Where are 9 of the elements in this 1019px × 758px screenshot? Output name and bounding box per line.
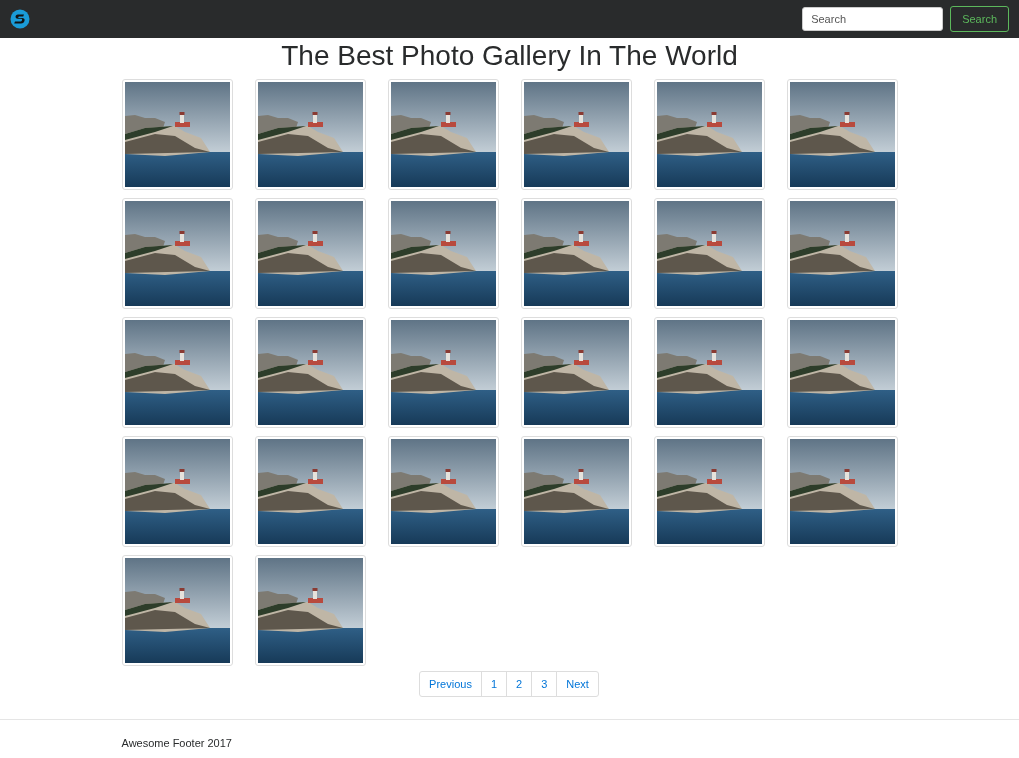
search-button[interactable]: Search xyxy=(950,6,1009,32)
page-title: The Best Photo Gallery In The World xyxy=(281,39,738,73)
pagination-link[interactable]: Next xyxy=(556,671,599,697)
pagination-link[interactable]: 3 xyxy=(531,671,558,697)
search-field[interactable]: Search xyxy=(802,7,944,31)
logo-icon[interactable] xyxy=(10,9,30,29)
footer-text: Awesome Footer 2017 xyxy=(121,737,232,749)
pagination-link[interactable]: Previous xyxy=(419,671,482,697)
pagination-link[interactable]: 2 xyxy=(506,671,533,697)
